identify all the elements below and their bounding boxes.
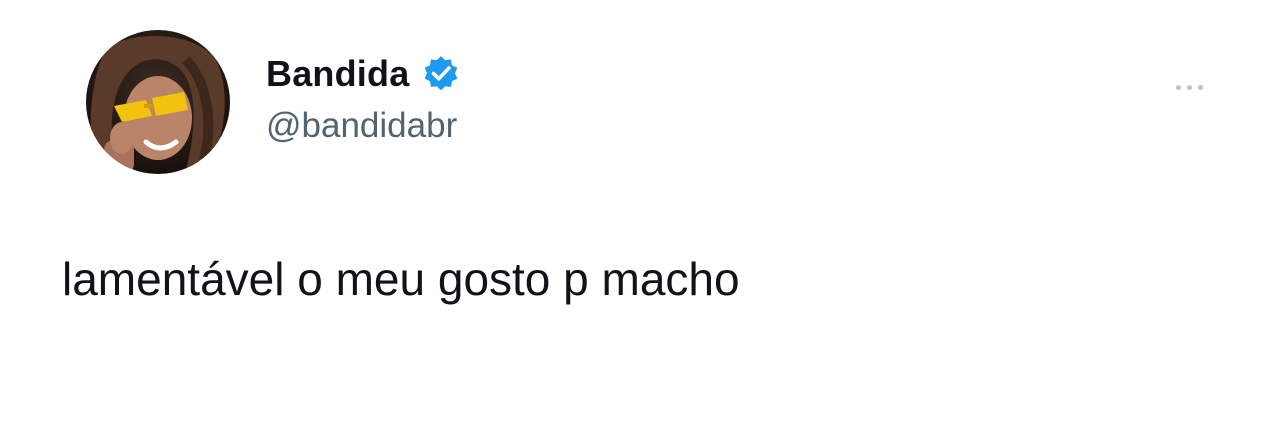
tweet-header: Bandida @bandidabr (266, 52, 461, 146)
tweet-card: Bandida @bandidabr lamentável o meu gost… (0, 0, 1284, 427)
name-row: Bandida (266, 52, 461, 96)
more-dot (1186, 84, 1192, 90)
more-dot (1197, 84, 1203, 90)
more-dot (1175, 84, 1181, 90)
tweet-text: lamentável o meu gosto p macho (62, 253, 740, 305)
display-name[interactable]: Bandida (266, 53, 409, 95)
verified-badge-icon (421, 54, 461, 94)
avatar[interactable] (86, 30, 230, 174)
more-options-icon[interactable] (1160, 74, 1218, 100)
user-handle[interactable]: @bandidabr (266, 106, 461, 146)
profile-photo (86, 30, 230, 174)
